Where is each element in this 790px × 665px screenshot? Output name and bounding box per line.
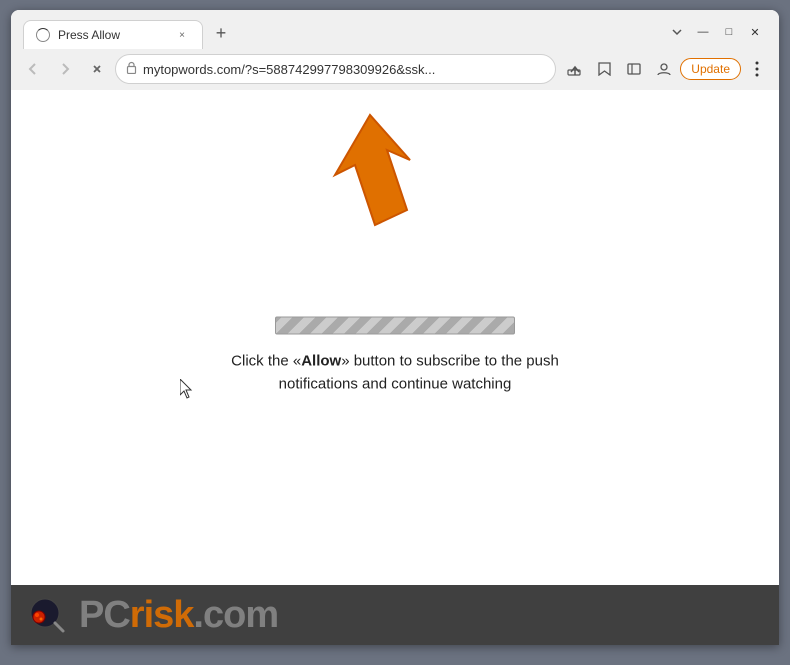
chevron-down-icon bbox=[671, 26, 683, 38]
window-controls: — □ ✕ bbox=[665, 20, 767, 44]
address-bar[interactable]: mytopwords.com/?s=588742997798309926&ssk… bbox=[115, 54, 556, 84]
toolbar-action-buttons: Update bbox=[560, 55, 771, 83]
lock-icon bbox=[126, 61, 137, 77]
page-content: Click the «Allow» button to subscribe to… bbox=[11, 90, 779, 645]
arrow-container bbox=[315, 105, 435, 240]
instruction-part1: Click the « bbox=[231, 353, 301, 370]
profile-button[interactable] bbox=[650, 55, 678, 83]
url-text: mytopwords.com/?s=588742997798309926&ssk… bbox=[143, 62, 545, 77]
allow-text: Allow bbox=[301, 353, 341, 370]
profile-icon bbox=[657, 62, 671, 76]
progress-bar bbox=[275, 317, 515, 335]
minimize-button[interactable]: — bbox=[691, 20, 715, 44]
reload-icon bbox=[90, 62, 104, 76]
update-button[interactable]: Update bbox=[680, 58, 741, 80]
forward-button[interactable] bbox=[51, 55, 79, 83]
watermark-bar: PCrisk.com bbox=[11, 585, 779, 645]
back-button[interactable] bbox=[19, 55, 47, 83]
pc-risk-logo bbox=[27, 595, 67, 635]
share-icon bbox=[567, 62, 581, 76]
cursor-icon bbox=[180, 379, 196, 399]
forward-icon bbox=[58, 62, 72, 76]
close-button[interactable]: ✕ bbox=[743, 20, 767, 44]
mouse-cursor bbox=[180, 379, 196, 404]
browser-tab[interactable]: Press Allow × bbox=[23, 20, 203, 49]
pointing-arrow-icon bbox=[315, 105, 435, 235]
more-options-button[interactable] bbox=[743, 55, 771, 83]
share-button[interactable] bbox=[560, 55, 588, 83]
title-bar: Press Allow × + — □ ✕ bbox=[11, 10, 779, 50]
toolbar: mytopwords.com/?s=588742997798309926&ssk… bbox=[11, 50, 779, 90]
bookmark-icon bbox=[598, 62, 611, 76]
sidebar-button[interactable] bbox=[620, 55, 648, 83]
tab-title: Press Allow bbox=[58, 28, 166, 42]
sidebar-icon bbox=[627, 62, 641, 76]
progress-section: Click the «Allow» button to subscribe to… bbox=[203, 317, 587, 396]
browser-window: Press Allow × + — □ ✕ bbox=[11, 10, 779, 645]
brand-text: PCrisk.com bbox=[79, 594, 278, 637]
new-tab-button[interactable]: + bbox=[207, 19, 235, 47]
brand-pc: PC bbox=[79, 594, 130, 636]
pcrisk-logo-icon bbox=[27, 595, 67, 635]
brand-risk: risk bbox=[130, 594, 194, 636]
window-chevron-button[interactable] bbox=[665, 20, 689, 44]
tab-favicon bbox=[36, 28, 50, 42]
maximize-button[interactable]: □ bbox=[717, 20, 741, 44]
brand-com: .com bbox=[193, 594, 278, 636]
bookmark-button[interactable] bbox=[590, 55, 618, 83]
tab-area: Press Allow × + bbox=[23, 19, 665, 49]
back-icon bbox=[26, 62, 40, 76]
tab-close-button[interactable]: × bbox=[174, 27, 190, 43]
instruction-text: Click the «Allow» button to subscribe to… bbox=[203, 351, 587, 396]
padlock-icon bbox=[126, 61, 137, 74]
reload-button[interactable] bbox=[83, 55, 111, 83]
more-options-icon bbox=[755, 61, 759, 77]
